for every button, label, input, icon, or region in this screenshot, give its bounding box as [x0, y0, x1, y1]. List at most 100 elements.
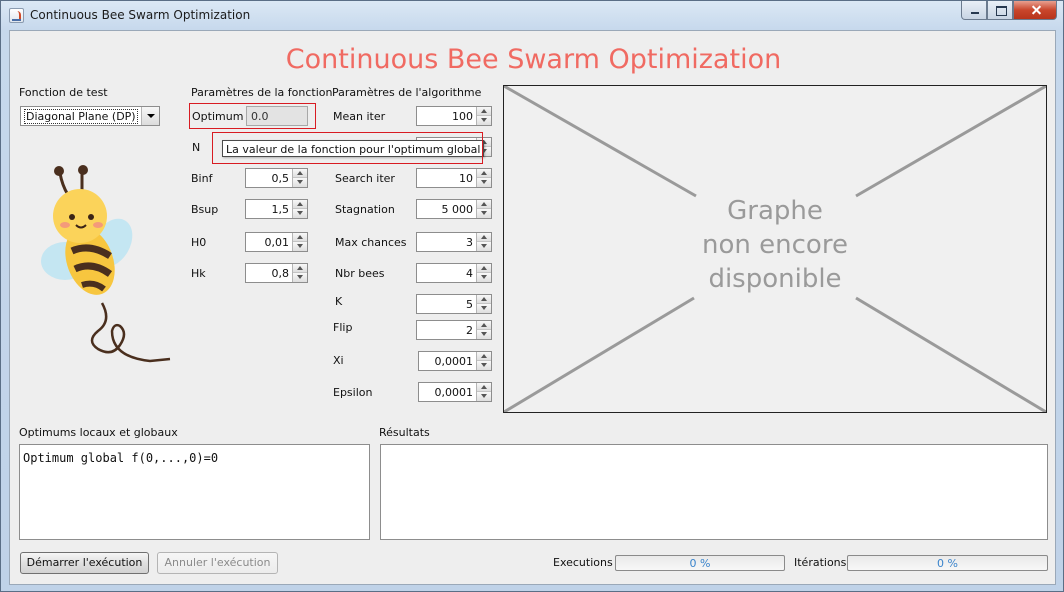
window-title: Continuous Bee Swarm Optimization: [30, 8, 251, 22]
spin-up-icon[interactable]: [477, 383, 491, 392]
start-execution-button[interactable]: Démarrer l'exécution: [20, 552, 149, 574]
spin-down-icon[interactable]: [293, 178, 307, 187]
optimum-field[interactable]: 0.0: [246, 106, 308, 126]
bsup-label: Bsup: [191, 203, 219, 216]
minimize-button[interactable]: [961, 1, 987, 20]
h0-spinner[interactable]: 0,01: [245, 232, 308, 252]
executions-label: Executions: [553, 556, 613, 569]
spin-down-icon[interactable]: [477, 392, 491, 401]
binf-label: Binf: [191, 172, 213, 185]
epsilon-value: 0,0001: [434, 386, 474, 399]
bsup-value: 1,5: [271, 203, 290, 216]
search-iter-value: 10: [459, 172, 473, 185]
executions-progress-text: 0 %: [689, 557, 711, 570]
test-function-value: Diagonal Plane (DP): [24, 109, 138, 124]
hk-spinner[interactable]: 0,8: [245, 263, 308, 283]
iterations-label: Itérations: [794, 556, 847, 569]
spin-up-icon[interactable]: [477, 200, 491, 209]
main-panel: Continuous Bee Swarm Optimization Foncti…: [9, 30, 1056, 585]
bee-illustration: [41, 165, 171, 363]
k-value: 5: [466, 298, 473, 311]
mean-iter-value: 100: [452, 110, 473, 123]
binf-spinner[interactable]: 0,5: [245, 168, 308, 188]
spin-up-icon[interactable]: [477, 233, 491, 242]
graph-text-line3: disponible: [708, 264, 842, 294]
xi-value: 0,0001: [434, 355, 474, 368]
java-icon: [9, 8, 24, 23]
h0-value: 0,01: [264, 236, 290, 249]
spin-down-icon[interactable]: [293, 209, 307, 218]
spin-up-icon[interactable]: [477, 352, 491, 361]
stagnation-spinner[interactable]: 5 000: [416, 199, 492, 219]
optimums-label: Optimums locaux et globaux: [19, 426, 178, 439]
optimums-content: Optimum global f(0,...,0)=0: [23, 451, 219, 465]
spin-up-icon[interactable]: [477, 321, 491, 330]
app-title: Continuous Bee Swarm Optimization: [285, 44, 782, 75]
binf-value: 0,5: [271, 172, 290, 185]
k-label: K: [335, 295, 343, 308]
flip-value: 2: [466, 324, 473, 337]
spin-down-icon[interactable]: [293, 273, 307, 282]
results-label: Résultats: [379, 426, 430, 439]
spin-down-icon[interactable]: [477, 209, 491, 218]
maximize-button[interactable]: [987, 1, 1013, 20]
nbr-bees-value: 4: [466, 267, 473, 280]
spin-down-icon[interactable]: [477, 304, 491, 313]
algorithm-params-label: Paramètres de l'algorithme: [332, 86, 482, 99]
max-chances-spinner[interactable]: 3: [416, 232, 492, 252]
tooltip-highlight: [212, 132, 483, 164]
graph-text-line1: Graphe: [727, 196, 823, 226]
epsilon-label: Epsilon: [333, 386, 373, 399]
spin-down-icon[interactable]: [477, 116, 491, 125]
hk-label: Hk: [191, 267, 206, 280]
spin-down-icon[interactable]: [477, 273, 491, 282]
spin-down-icon[interactable]: [477, 330, 491, 339]
spin-up-icon[interactable]: [293, 169, 307, 178]
epsilon-spinner[interactable]: 0,0001: [418, 382, 492, 402]
spin-up-icon[interactable]: [293, 264, 307, 273]
app-window: Continuous Bee Swarm Optimization Contin…: [0, 0, 1064, 592]
optimum-value: 0.0: [251, 110, 269, 123]
search-iter-spinner[interactable]: 10: [416, 168, 492, 188]
xi-spinner[interactable]: 0,0001: [418, 351, 492, 371]
iterations-progress: 0 %: [847, 555, 1048, 571]
flip-spinner[interactable]: 2: [416, 320, 492, 340]
spin-up-icon[interactable]: [293, 200, 307, 209]
window-controls: [961, 1, 1057, 21]
bsup-spinner[interactable]: 1,5: [245, 199, 308, 219]
spin-up-icon[interactable]: [293, 233, 307, 242]
spin-down-icon[interactable]: [293, 242, 307, 251]
nbr-bees-spinner[interactable]: 4: [416, 263, 492, 283]
spin-up-icon[interactable]: [477, 295, 491, 304]
graph-placeholder: Graphe non encore disponible: [503, 85, 1047, 413]
title-bar[interactable]: Continuous Bee Swarm Optimization: [1, 1, 1063, 30]
results-textarea[interactable]: [380, 444, 1048, 540]
optimum-label: Optimum: [192, 110, 244, 123]
chevron-down-icon[interactable]: [141, 107, 159, 125]
graph-text-line2: non encore: [702, 230, 848, 260]
optimums-textarea[interactable]: Optimum global f(0,...,0)=0: [19, 444, 370, 540]
stagnation-value: 5 000: [441, 203, 474, 216]
spin-up-icon[interactable]: [477, 169, 491, 178]
xi-label: Xi: [333, 354, 344, 367]
cancel-execution-button[interactable]: Annuler l'exécution: [157, 552, 278, 574]
search-iter-label: Search iter: [335, 172, 395, 185]
nbr-bees-label: Nbr bees: [335, 267, 385, 280]
iterations-progress-text: 0 %: [937, 557, 958, 570]
mean-iter-spinner[interactable]: 100: [416, 106, 492, 126]
n-label: N: [192, 141, 201, 154]
stagnation-label: Stagnation: [335, 203, 395, 216]
spin-up-icon[interactable]: [477, 107, 491, 116]
spin-down-icon[interactable]: [477, 361, 491, 370]
close-button[interactable]: [1013, 1, 1057, 20]
graph-placeholder-text: Graphe non encore disponible: [504, 194, 1046, 296]
flip-label: Flip: [333, 321, 353, 334]
executions-progress: 0 %: [615, 555, 785, 571]
hk-value: 0,8: [271, 267, 290, 280]
test-function-select[interactable]: Diagonal Plane (DP): [20, 106, 160, 126]
k-spinner[interactable]: 5: [416, 294, 492, 314]
max-chances-value: 3: [466, 236, 473, 249]
spin-up-icon[interactable]: [477, 264, 491, 273]
spin-down-icon[interactable]: [477, 178, 491, 187]
spin-down-icon[interactable]: [477, 242, 491, 251]
